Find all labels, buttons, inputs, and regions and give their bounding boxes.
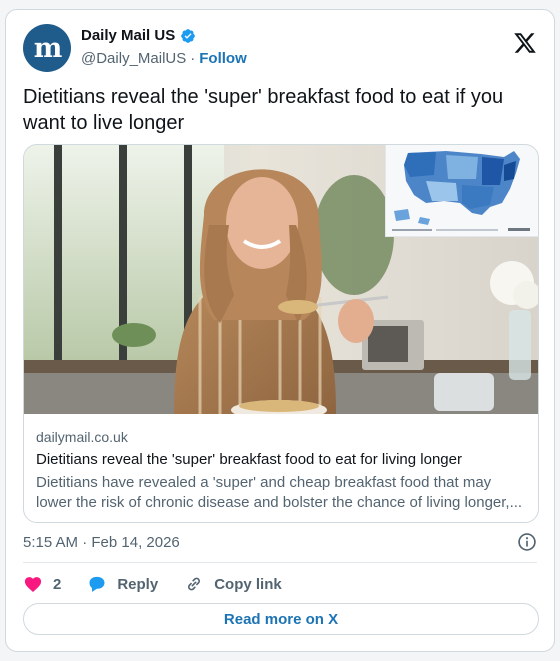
follow-button[interactable]: Follow (199, 50, 247, 67)
avatar-letter: m (33, 32, 63, 64)
reply-button[interactable]: Reply (87, 574, 158, 594)
link-description: Dietitians have revealed a 'super' and c… (36, 474, 523, 511)
info-icon[interactable] (517, 532, 537, 552)
like-button[interactable]: 2 (23, 574, 61, 594)
author-avatar[interactable]: m (23, 24, 71, 72)
like-count: 2 (53, 575, 62, 593)
embedded-tweet-card: m Daily Mail US @Daily_MailUS · Follow D… (5, 9, 555, 652)
reply-label: Reply (117, 575, 159, 593)
divider (23, 562, 537, 563)
tweet-text: Dietitians reveal the 'super' breakfast … (23, 86, 504, 134)
copy-link-button[interactable]: Copy link (184, 574, 282, 594)
link-icon (188, 577, 201, 591)
author-handle-row: @Daily_MailUS · Follow (81, 50, 247, 67)
reply-bubble-icon (89, 576, 105, 592)
handle-separator: · (190, 50, 196, 67)
heart-icon (24, 577, 42, 592)
link-preview-card[interactable]: dailymail.co.uk Dietitians reveal the 's… (23, 144, 539, 523)
author-handle[interactable]: @Daily_MailUS (81, 50, 186, 67)
us-map-graphic (392, 151, 530, 231)
read-more-button[interactable]: Read more on X (23, 603, 539, 635)
x-logo-icon[interactable] (513, 31, 537, 55)
copy-link-label: Copy link (214, 575, 282, 593)
tweet-actions: 2 Reply Copy link (23, 573, 308, 595)
link-title[interactable]: Dietitians reveal the 'super' breakfast … (36, 451, 528, 468)
author-name-row: Daily Mail US (81, 27, 196, 44)
link-domain: dailymail.co.uk (36, 429, 128, 445)
us-map-inset (385, 145, 538, 237)
tweet-header: m Daily Mail US @Daily_MailUS · Follow (23, 24, 537, 72)
verified-badge-icon (181, 28, 196, 43)
author-display-name[interactable]: Daily Mail US (81, 27, 175, 44)
tweet-timestamp[interactable]: 5:15 AM · Feb 14, 2026 (23, 534, 180, 551)
link-preview-image[interactable] (24, 145, 538, 414)
